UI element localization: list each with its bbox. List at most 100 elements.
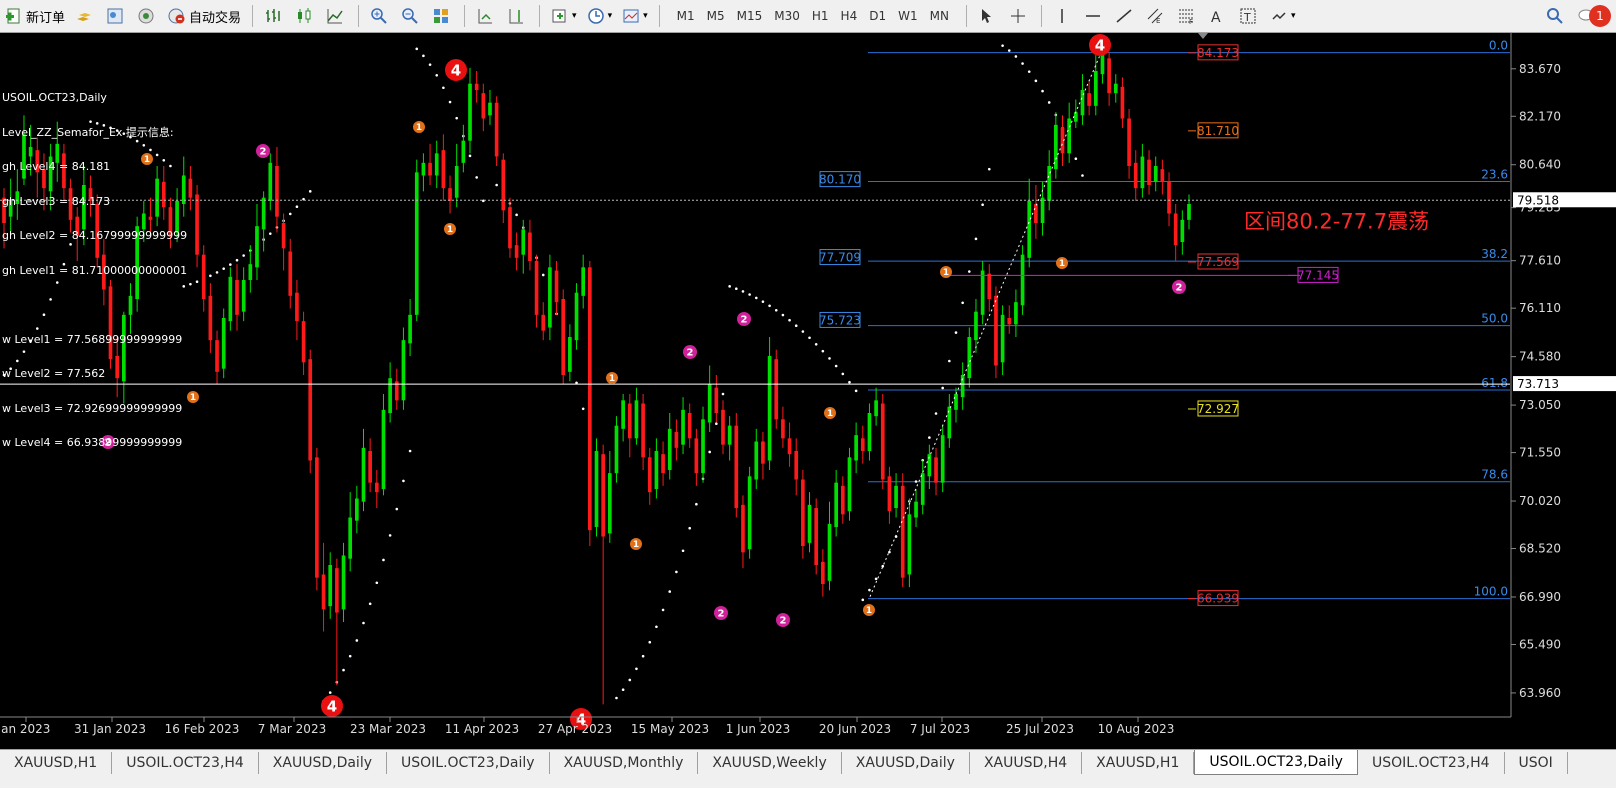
tile-windows-button[interactable]	[428, 3, 457, 29]
auto-trading-button[interactable]: 自动交易	[164, 3, 245, 29]
indicators-button[interactable]: ▾	[547, 3, 581, 29]
chart-tab[interactable]: XAUUSD,H1	[0, 752, 113, 774]
sar-dot	[475, 176, 478, 179]
semafor-marker-label: 2	[718, 609, 725, 620]
price-tick-label: 73.050	[1519, 398, 1561, 412]
line-chart-button[interactable]	[322, 3, 351, 29]
candle-body	[794, 451, 799, 480]
semafor-marker-label: 2	[780, 616, 787, 627]
zoom-in-button[interactable]	[366, 3, 395, 29]
candle-body	[934, 457, 938, 483]
timeframe-mn[interactable]: MN	[924, 9, 955, 23]
vertical-line-button[interactable]	[1049, 3, 1078, 29]
overlays: 44442222222111111111184.17381.71077.5697…	[0, 33, 1510, 730]
price-tick-label: 80.640	[1519, 158, 1561, 172]
arrows-button[interactable]: ▾	[1266, 3, 1300, 29]
semafor-marker-label: 2	[687, 348, 694, 359]
fibonacci-icon: F	[1178, 9, 1193, 25]
candle-body	[694, 438, 699, 474]
text-button[interactable]: A	[1204, 3, 1233, 29]
auto-trading-label: 自动交易	[189, 10, 242, 26]
price-chart[interactable]: 0.0 23.6 38.2 50.0 61.8 78.6 100.0 80.170 77.709…	[0, 33, 1616, 749]
sar-dot	[621, 688, 625, 691]
toolbar-separator	[464, 5, 466, 27]
chart-canvas[interactable]: 0.0 23.6 38.2 50.0 61.8 78.6 100.0 80.170 77.709…	[0, 33, 1616, 749]
chart-tab[interactable]: USOIL.OCT23,Daily	[387, 752, 550, 774]
candle-body	[840, 485, 845, 515]
text-label-button[interactable]: T	[1235, 3, 1264, 29]
candle-body	[355, 498, 359, 521]
chart-tab[interactable]: USOI	[1505, 752, 1568, 774]
timeframe-d1[interactable]: D1	[863, 9, 892, 23]
trendline-button[interactable]	[1111, 3, 1140, 29]
chart-tab[interactable]: XAUUSD,Daily	[842, 752, 970, 774]
price-tick-label: 66.990	[1519, 590, 1561, 604]
signals-button[interactable]	[133, 3, 162, 29]
candle-body	[1147, 159, 1151, 185]
chart-tab[interactable]: XAUUSD,H4	[970, 752, 1083, 774]
candle-body	[548, 267, 552, 328]
sar-dot	[821, 349, 825, 353]
auto-scroll-button[interactable]	[472, 3, 501, 29]
gold-bars-button[interactable]	[71, 3, 100, 29]
price-box-label: 84.173	[1197, 46, 1239, 60]
horizontal-line-button[interactable]	[1080, 3, 1109, 29]
chart-tab[interactable]: USOIL.OCT23,Daily	[1194, 750, 1358, 775]
timeframe-m5[interactable]: M5	[701, 9, 731, 23]
bar-chart-icon	[266, 9, 280, 22]
text-icon: A	[1211, 10, 1221, 25]
timeframe-m1[interactable]: M1	[671, 9, 701, 23]
sar-dot	[195, 280, 199, 284]
chart-tab[interactable]: USOIL.OCT23,H4	[1358, 752, 1505, 774]
chart-shift-button[interactable]	[503, 3, 532, 29]
search-button[interactable]	[1542, 3, 1571, 29]
timeframe-h1[interactable]: H1	[806, 9, 835, 23]
candlestick-button[interactable]	[291, 3, 320, 29]
zoom-out-button[interactable]	[397, 3, 426, 29]
timeframe-m30[interactable]: M30	[768, 9, 806, 23]
bar-chart-button[interactable]	[260, 3, 289, 29]
candle-body	[261, 197, 266, 230]
chart-tab[interactable]: USOIL.OCT23,H4	[112, 752, 259, 774]
date-tick-label: 7 Jul 2023	[910, 722, 970, 736]
timeframe-h4[interactable]: H4	[835, 9, 864, 23]
level-line: gh Level2 = 84.16799999999999	[2, 229, 188, 242]
candle-body	[208, 295, 213, 341]
templates-button[interactable]: ▾	[618, 3, 652, 29]
candle-body	[887, 476, 892, 512]
chart-tab[interactable]: XAUUSD,H1	[1082, 752, 1195, 774]
sar-dot	[868, 588, 871, 592]
candle-body	[188, 178, 193, 198]
candle-body	[301, 321, 306, 363]
equidistant-channel-button[interactable]: E	[1142, 3, 1171, 29]
sar-dot	[328, 691, 332, 694]
candle-body	[1100, 55, 1105, 75]
sar-dot	[209, 274, 212, 278]
candle-body	[581, 267, 586, 296]
chart-tab[interactable]: XAUUSD,Daily	[259, 752, 387, 774]
candle-body	[681, 409, 685, 445]
new-order-button[interactable]: 新订单	[1, 3, 69, 29]
timeframe-w1[interactable]: W1	[892, 9, 924, 23]
crosshair-icon	[1010, 9, 1025, 23]
candle-body	[721, 409, 725, 445]
navigator-icon	[107, 8, 123, 24]
candle-body	[275, 166, 279, 217]
semafor-marker-label: 1	[866, 606, 872, 616]
cursor-button[interactable]	[974, 3, 1003, 29]
periods-button[interactable]: ▾	[583, 3, 617, 29]
chart-tab[interactable]: XAUUSD,Monthly	[550, 752, 699, 774]
fibonacci-button[interactable]: F	[1173, 3, 1202, 29]
candle-body	[847, 457, 852, 512]
sar-dot	[1007, 49, 1011, 52]
navigator-button[interactable]	[102, 3, 131, 29]
crosshair-button[interactable]	[1005, 3, 1034, 29]
chart-tab[interactable]: XAUUSD,Weekly	[698, 752, 842, 774]
svg-text:A: A	[1211, 10, 1221, 25]
candle-body	[1034, 204, 1038, 223]
messages-button[interactable]: 1	[1573, 3, 1615, 29]
svg-text:F: F	[1189, 18, 1193, 25]
horizontal-line-icon	[1085, 15, 1100, 17]
candle-body	[481, 93, 486, 119]
timeframe-m15[interactable]: M15	[731, 9, 769, 23]
